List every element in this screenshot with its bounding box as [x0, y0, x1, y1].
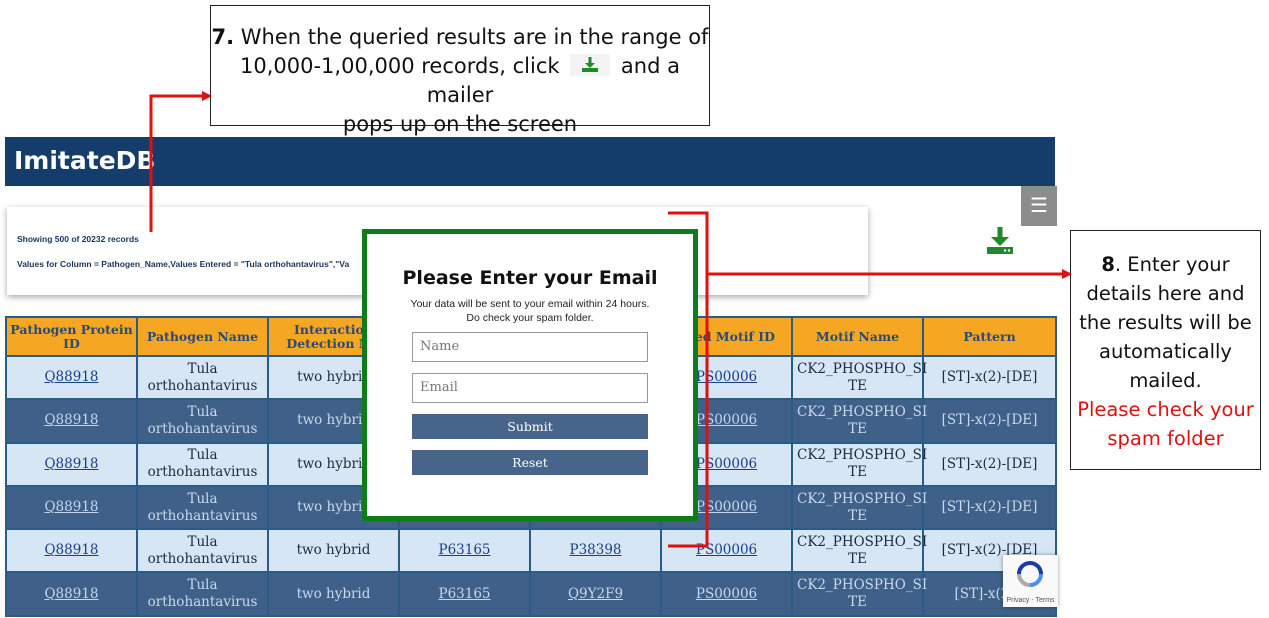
pathogen-protein-id-cell[interactable]: Q88918 [5, 398, 138, 444]
modal-subtitle-line-1: Your data will be sent to your email wit… [410, 298, 650, 310]
pathogen-protein-id-cell[interactable]: Q88918 [5, 571, 138, 617]
motif-name-cell: CK2_PHOSPHO_SI TE [791, 441, 927, 487]
email-modal: Please Enter your Email Your data will b… [362, 229, 698, 521]
matched-motif-id-cell[interactable]: PS00006 [660, 571, 793, 617]
query-values-text: Values for Column = Pathogen_Name,Values… [17, 259, 350, 269]
recaptcha-badge[interactable]: Privacy - Terms [1003, 555, 1058, 607]
host-protein-id-cell[interactable]: P63165 [398, 571, 531, 617]
host-protein-id-link[interactable]: P63165 [438, 586, 490, 602]
pathogen-name-cell: Tula orthohantavirus [136, 441, 269, 487]
pathogen-protein-id-link[interactable]: Q88918 [44, 456, 98, 472]
records-count-text: Showing 500 of 20232 records [17, 234, 139, 244]
callout-7-line-1: 7. When the queried results are in the r… [211, 23, 709, 52]
download-icon [570, 54, 611, 76]
callout-7-line-3: pops up on the screen [342, 112, 578, 136]
column-header[interactable]: Pathogen Name [136, 316, 269, 357]
motif-name-cell: CK2_PHOSPHO_SI TE [791, 398, 927, 444]
pathogen-protein-id-cell[interactable]: Q88918 [5, 441, 138, 487]
app-header: ImitateDB [5, 137, 1055, 186]
motif-name-cell: CK2_PHOSPHO_SI TE [791, 354, 927, 401]
detection-method-cell: two hybrid [267, 528, 400, 574]
callout-8-step-number: 8 [1101, 253, 1115, 276]
column-header[interactable]: Pathogen Protein ID [5, 316, 138, 357]
pathogen-protein-id-link[interactable]: Q88918 [44, 542, 98, 558]
pathogen-name-cell: Tula orthohantavirus [136, 398, 269, 444]
callout-step-8: 8. Enter your details here and the resul… [1070, 230, 1261, 470]
pathogen-protein-id-cell[interactable]: Q88918 [5, 354, 138, 401]
pattern-cell: [ST]-x(2)-[DE] [922, 354, 1057, 401]
partner-protein-id-link[interactable]: P38398 [569, 542, 621, 558]
download-icon[interactable] [984, 226, 1016, 256]
table-row: Q88918 Tula orthohantavirus two hybrid P… [5, 571, 1057, 617]
recaptcha-icon [1017, 561, 1043, 587]
partner-protein-id-cell[interactable]: P38398 [529, 528, 662, 574]
motif-id-link[interactable]: PS00006 [696, 412, 757, 428]
app-title: ImitateDB [14, 146, 156, 175]
modal-title: Please Enter your Email [402, 267, 658, 289]
pathogen-protein-id-link[interactable]: Q88918 [44, 499, 98, 515]
motif-id-link[interactable]: PS00006 [696, 586, 757, 602]
pattern-cell: [ST]-x(2)-[DE] [922, 441, 1057, 487]
pathogen-protein-id-cell[interactable]: Q88918 [5, 528, 138, 574]
name-input[interactable]: Name [412, 332, 648, 362]
matched-motif-id-cell[interactable]: PS00006 [660, 528, 793, 574]
pathogen-name-cell: Tula orthohantavirus [136, 354, 269, 401]
pattern-cell: [ST]-x(2)-[DE] [922, 398, 1057, 444]
callout-7-line-2-before: 10,000-1,00,000 records, click [240, 54, 560, 78]
motif-id-link[interactable]: PS00006 [696, 499, 757, 515]
pathogen-name-cell: Tula orthohantavirus [136, 528, 269, 574]
detection-method-cell: two hybrid [267, 571, 400, 617]
motif-id-link[interactable]: PS00006 [696, 542, 757, 558]
motif-id-link[interactable]: PS00006 [696, 369, 757, 385]
pathogen-name-cell: Tula orthohantavirus [136, 484, 269, 531]
host-protein-id-link[interactable]: P63165 [438, 542, 490, 558]
modal-subtitle: Your data will be sent to your email wit… [367, 297, 693, 325]
table-row: Q88918 Tula orthohantavirus two hybrid P… [5, 528, 1057, 574]
column-header[interactable]: Pattern [922, 316, 1057, 357]
pattern-cell: [ST]-x(2)-[DE] [922, 484, 1057, 531]
hamburger-menu-icon[interactable]: ☰ [1021, 186, 1057, 226]
motif-name-cell: CK2_PHOSPHO_SI TE [791, 484, 927, 531]
callout-7-line-2: 10,000-1,00,000 records, click and a mai… [211, 52, 709, 110]
modal-subtitle-line-2: Do check your spam folder. [466, 312, 594, 324]
reset-button[interactable]: Reset [412, 450, 648, 475]
pathogen-protein-id-link[interactable]: Q88918 [44, 586, 98, 602]
email-input[interactable]: Email [412, 373, 648, 403]
callout-step-7: 7. When the queried results are in the r… [210, 5, 710, 136]
pathogen-protein-id-link[interactable]: Q88918 [44, 369, 98, 385]
partner-protein-id-cell[interactable]: Q9Y2F9 [529, 571, 662, 617]
partner-protein-id-link[interactable]: Q9Y2F9 [568, 586, 623, 602]
motif-name-cell: CK2_PHOSPHO_SI TE [791, 528, 927, 574]
submit-button[interactable]: Submit [412, 414, 648, 439]
callout-8-warning: Please check your spam folder [1077, 398, 1254, 450]
pathogen-name-cell: Tula orthohantavirus [136, 571, 269, 617]
motif-name-cell: CK2_PHOSPHO_SI TE [791, 571, 927, 617]
callout-7-step-number: 7. [211, 25, 235, 49]
column-header[interactable]: Motif Name [791, 316, 924, 357]
recaptcha-terms[interactable]: Privacy - Terms [1003, 597, 1058, 604]
pathogen-protein-id-link[interactable]: Q88918 [44, 412, 98, 428]
callout-7-line-1-text: When the queried results are in the rang… [234, 25, 709, 49]
host-protein-id-cell[interactable]: P63165 [398, 528, 531, 574]
motif-id-link[interactable]: PS00006 [696, 456, 757, 472]
pathogen-protein-id-cell[interactable]: Q88918 [5, 484, 138, 531]
